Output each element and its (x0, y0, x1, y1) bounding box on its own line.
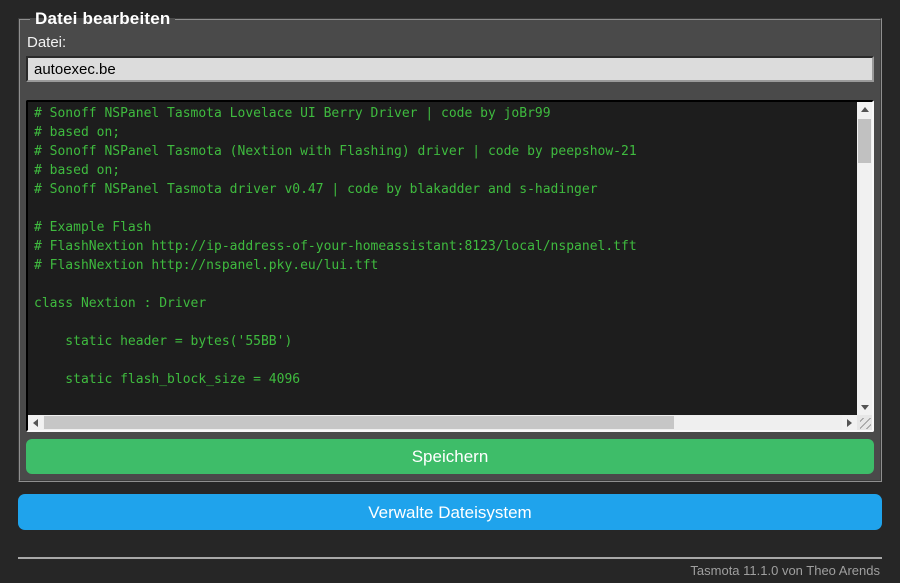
file-editor: # Sonoff NSPanel Tasmota Lovelace UI Ber… (26, 100, 874, 432)
vertical-scrollbar-thumb[interactable] (858, 119, 871, 163)
scroll-left-button[interactable] (28, 415, 43, 430)
file-name-label: Datei: (27, 34, 67, 51)
triangle-down-icon (860, 405, 869, 414)
scroll-up-button[interactable] (857, 102, 872, 117)
vertical-scrollbar[interactable] (857, 102, 872, 415)
edit-file-panel: Datei bearbeiten Datei: # Sonoff NSPanel… (18, 9, 882, 482)
triangle-left-icon (29, 418, 38, 427)
panel-legend: Datei bearbeiten (35, 9, 171, 28)
resize-grip-icon (860, 418, 871, 429)
scroll-right-button[interactable] (842, 415, 857, 430)
page: Datei bearbeiten Datei: # Sonoff NSPanel… (0, 0, 900, 583)
manage-filesystem-button[interactable]: Verwalte Dateisystem (18, 494, 882, 530)
horizontal-scrollbar[interactable] (28, 415, 857, 430)
save-button[interactable]: Speichern (26, 439, 874, 474)
triangle-up-icon (860, 103, 869, 112)
scroll-down-button[interactable] (857, 400, 872, 415)
file-name-input[interactable] (26, 56, 874, 82)
footer-divider (18, 557, 882, 559)
scrollbar-corner[interactable] (857, 415, 872, 430)
footer-version-text: Tasmota 11.1.0 von Theo Arends (690, 563, 880, 578)
horizontal-scrollbar-thumb[interactable] (44, 416, 675, 429)
file-content-textarea[interactable]: # Sonoff NSPanel Tasmota Lovelace UI Ber… (28, 102, 857, 415)
triangle-right-icon (847, 418, 856, 427)
